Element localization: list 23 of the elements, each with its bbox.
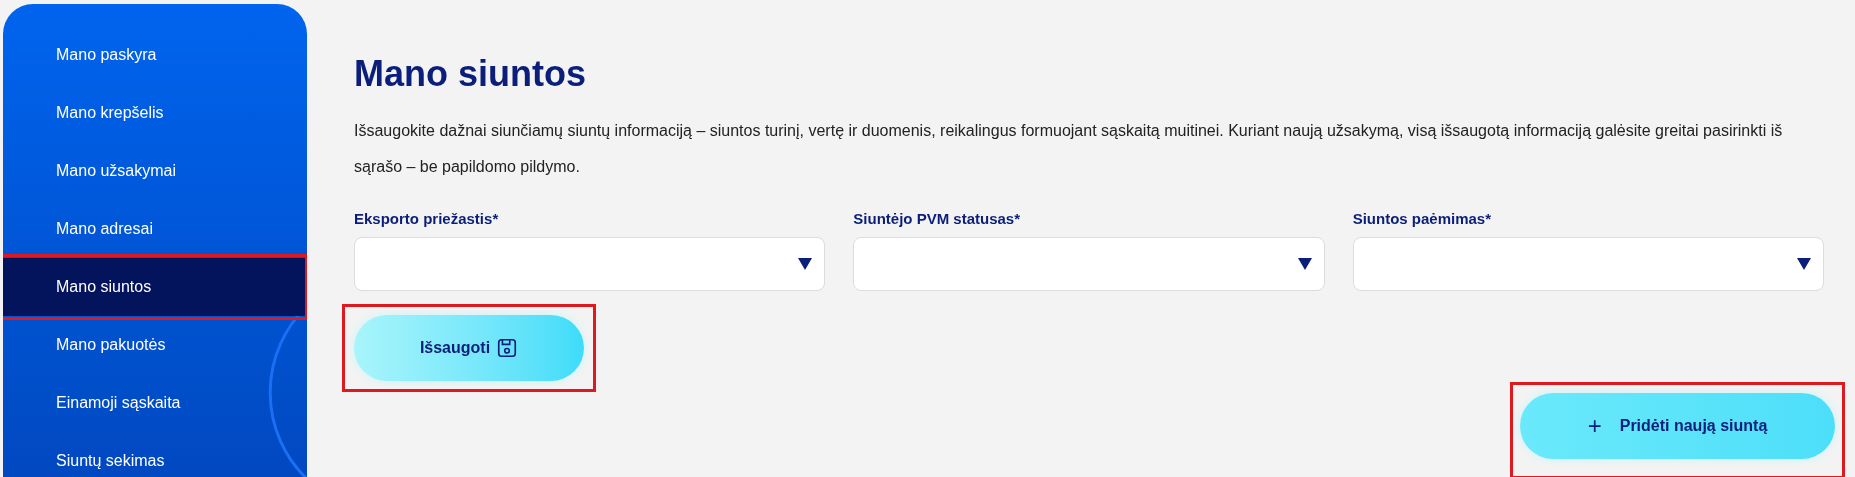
dropdown-field[interactable] [1352, 236, 1824, 291]
caret-icon [798, 257, 813, 270]
sidebar-item[interactable]: Mano pakuotės [3, 316, 307, 374]
caret-icon [1797, 257, 1811, 270]
sidebar-item[interactable]: Einamoji sąskaita [3, 374, 307, 432]
caret-icon [1297, 257, 1312, 270]
sidebar-item[interactable]: Mano paskyra [3, 26, 307, 84]
sidebar-item[interactable]: Mano adresai [3, 200, 307, 258]
save-icon [496, 336, 519, 359]
field-label: Eksporto priežastis* [354, 209, 500, 229]
page-description: Išsaugokite dažnai siunčiamų siuntų informaciją – siuntos turinį, vertę ir duomenis, reikalingus formuojant sąskaitą muitinei. Kuriant naują užsakymą, visą išsaugotą informaciją galėsite greitai pasirinkti iš sąrašo – be papildomo pildymo. [354, 121, 1784, 177]
dropdown-field[interactable] [354, 236, 826, 291]
sidebar-item[interactable]: Mano krepšelis [3, 84, 307, 142]
sidebar-item[interactable]: Mano siuntos [3, 258, 307, 316]
save-button[interactable]: Išsaugoti [354, 314, 584, 381]
page-title: Mano siuntos [354, 52, 587, 96]
field-label: Siuntėjo PVM statusas* [853, 209, 1022, 229]
add-shipment-button[interactable]: + Pridėti naują siuntą [1520, 392, 1835, 459]
dropdown-field[interactable] [853, 236, 1325, 291]
field-label: Siuntos paėmimas* [1352, 209, 1493, 229]
sidebar-item[interactable]: Mano užsakymai [3, 142, 307, 200]
sidebar-item[interactable]: Siuntų sekimas [3, 432, 307, 477]
plus-icon: + [1587, 413, 1602, 438]
